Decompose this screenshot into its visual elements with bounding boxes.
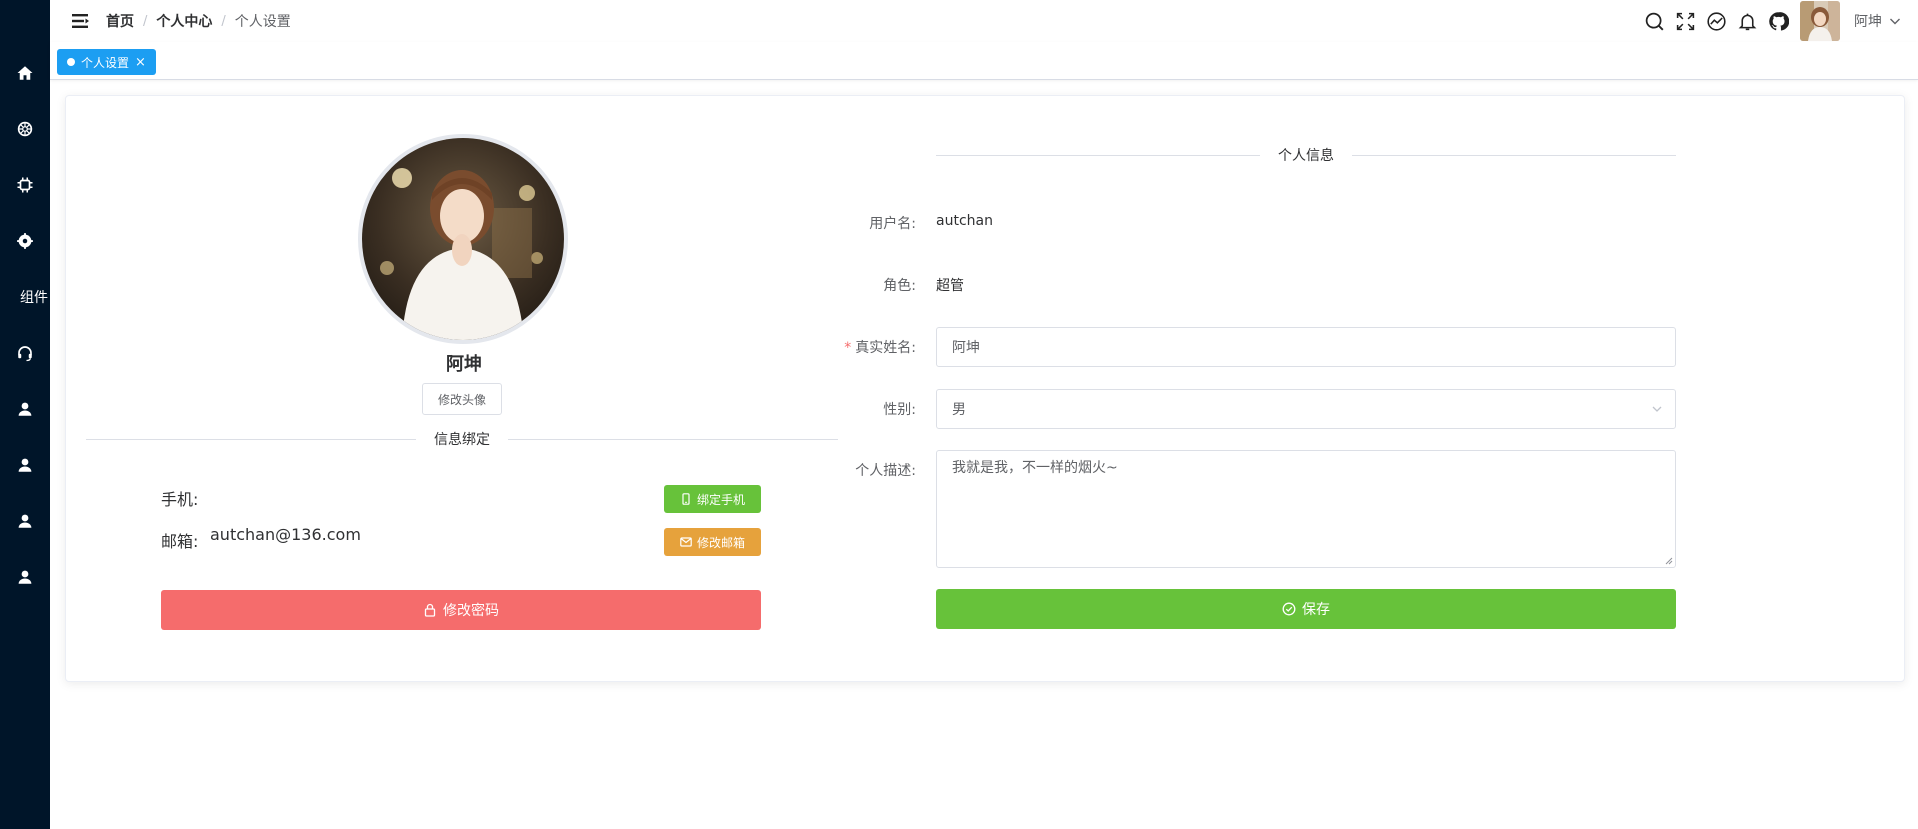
close-icon[interactable]: × bbox=[135, 55, 146, 70]
sidebar-item-components[interactable]: 组件 bbox=[0, 277, 50, 317]
active-dot bbox=[67, 58, 75, 66]
bell-icon[interactable] bbox=[1736, 10, 1758, 32]
user-icon bbox=[18, 458, 32, 472]
resize-handle-icon[interactable] bbox=[1665, 557, 1673, 565]
phone-label: 手机: bbox=[161, 490, 199, 509]
gender-select[interactable]: 男 bbox=[936, 389, 1676, 429]
sidebar-item-label: 组件 bbox=[20, 290, 48, 306]
username-value: autchan bbox=[936, 213, 993, 229]
lock-icon bbox=[424, 603, 436, 617]
chip-icon bbox=[17, 177, 33, 193]
sidebar-item-home[interactable] bbox=[0, 53, 50, 93]
realname-value: 阿坤 bbox=[952, 340, 980, 356]
email-label: 邮箱: bbox=[161, 532, 199, 551]
fullscreen-icon[interactable] bbox=[1674, 10, 1696, 32]
sidebar-item-support[interactable] bbox=[0, 333, 50, 373]
mobile-icon bbox=[682, 493, 690, 505]
breadcrumb-current: 个人设置 bbox=[234, 14, 291, 30]
change-password-button[interactable]: 修改密码 bbox=[161, 590, 761, 630]
github-icon[interactable] bbox=[1767, 10, 1789, 32]
sidebar-item-user-4[interactable] bbox=[0, 557, 50, 597]
info-title: 个人信息 bbox=[1260, 145, 1352, 165]
chevron-down-icon bbox=[1652, 406, 1662, 412]
settings-icon bbox=[17, 233, 33, 249]
profile-avatar[interactable] bbox=[358, 134, 568, 344]
sidebar-item-system[interactable] bbox=[0, 165, 50, 205]
change-email-label: 修改邮箱 bbox=[696, 535, 745, 550]
save-button[interactable]: 保存 bbox=[936, 589, 1676, 629]
breadcrumb-separator: / bbox=[221, 13, 226, 29]
breadcrumb: 首页 / 个人中心 / 个人设置 bbox=[106, 11, 291, 31]
description-value: 我就是我，不一样的烟火~ bbox=[952, 460, 1118, 476]
sidebar: 组件 bbox=[0, 0, 50, 829]
required-mark: * bbox=[844, 340, 852, 356]
breadcrumb-home[interactable]: 首页 bbox=[106, 11, 134, 31]
description-textarea[interactable]: 我就是我，不一样的烟火~ bbox=[936, 450, 1676, 568]
tag-label: 个人设置 bbox=[81, 55, 130, 70]
role-value: 超管 bbox=[936, 278, 964, 294]
dashboard-icon bbox=[17, 121, 33, 137]
hamburger-menu-icon[interactable] bbox=[72, 11, 94, 31]
search-icon[interactable] bbox=[1643, 10, 1665, 32]
gender-value: 男 bbox=[952, 402, 966, 418]
bind-phone-button[interactable]: 绑定手机 bbox=[664, 485, 761, 513]
email-value: autchan@136.com bbox=[210, 525, 361, 544]
save-label: 保存 bbox=[1302, 602, 1330, 618]
mail-icon bbox=[680, 537, 692, 547]
profile-card: 阿坤 修改头像 信息绑定 手机: 绑定手机 邮箱: autchan@136.co… bbox=[65, 95, 1905, 682]
description-label: 个人描述: bbox=[855, 463, 916, 479]
check-circle-icon bbox=[1282, 602, 1296, 616]
sidebar-item-user-3[interactable] bbox=[0, 501, 50, 541]
home-icon bbox=[17, 66, 33, 80]
user-name[interactable]: 阿坤 bbox=[1854, 11, 1882, 31]
gender-label: 性别: bbox=[883, 402, 916, 418]
realname-input[interactable]: 阿坤 bbox=[936, 327, 1676, 367]
binding-title: 信息绑定 bbox=[416, 429, 508, 449]
tag-personal-settings[interactable]: 个人设置 × bbox=[57, 49, 156, 75]
profile-nickname: 阿坤 bbox=[446, 354, 482, 375]
sidebar-item-dashboard[interactable] bbox=[0, 109, 50, 149]
headset-icon bbox=[18, 346, 32, 362]
sidebar-item-user-1[interactable] bbox=[0, 389, 50, 429]
sidebar-item-settings[interactable] bbox=[0, 221, 50, 261]
user-icon bbox=[18, 402, 32, 416]
username-label: 用户名: bbox=[869, 216, 916, 232]
user-icon bbox=[18, 514, 32, 528]
change-password-label: 修改密码 bbox=[443, 603, 499, 619]
change-avatar-button[interactable]: 修改头像 bbox=[422, 383, 502, 415]
role-label: 角色: bbox=[883, 278, 916, 294]
chevron-down-icon[interactable] bbox=[1888, 14, 1902, 28]
realname-label: * 真实姓名: bbox=[796, 337, 916, 357]
breadcrumb-personal-center[interactable]: 个人中心 bbox=[156, 11, 212, 31]
top-navbar: 首页 / 个人中心 / 个人设置 阿坤 bbox=[50, 0, 1918, 42]
header-actions: 阿坤 bbox=[1643, 0, 1918, 42]
sidebar-item-user-2[interactable] bbox=[0, 445, 50, 485]
tags-view: 个人设置 × bbox=[50, 42, 1918, 80]
user-icon bbox=[18, 570, 32, 584]
bind-phone-label: 绑定手机 bbox=[696, 492, 745, 507]
change-email-button[interactable]: 修改邮箱 bbox=[664, 528, 761, 556]
user-avatar[interactable] bbox=[1800, 1, 1840, 41]
chart-icon[interactable] bbox=[1705, 10, 1727, 32]
breadcrumb-separator: / bbox=[143, 13, 148, 29]
realname-label-text: 真实姓名: bbox=[855, 340, 916, 356]
